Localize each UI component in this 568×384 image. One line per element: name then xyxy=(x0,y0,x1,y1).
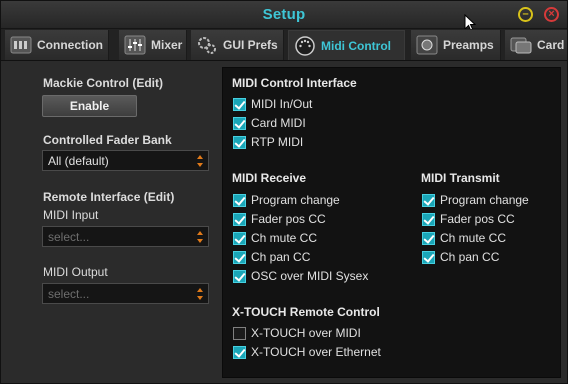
tab-card[interactable]: Card xyxy=(505,30,567,60)
setup-window: Setup – × Connection Mixer GUI Prefs Mid… xyxy=(0,0,568,384)
checkbox-icon[interactable] xyxy=(422,193,435,207)
tab-gui-prefs[interactable]: GUI Prefs xyxy=(191,30,284,60)
transmit-section-title: MIDI Transmit xyxy=(421,171,500,185)
tab-connection[interactable]: Connection xyxy=(5,30,109,60)
tab-label: Mixer xyxy=(151,38,183,52)
xtouch-ethernet-checkbox[interactable]: X-TOUCH over Ethernet xyxy=(233,344,381,360)
mackie-control-label[interactable]: Mackie Control (Edit) xyxy=(43,76,163,90)
midi-output-select[interactable]: select... xyxy=(42,283,209,304)
midi-icon xyxy=(295,35,315,56)
transmit-fader-pos-checkbox[interactable]: Fader pos CC xyxy=(422,211,515,227)
checkbox-icon[interactable] xyxy=(422,212,435,226)
fader-bank-label: Controlled Fader Bank xyxy=(43,133,172,147)
mixer-icon xyxy=(124,35,146,55)
checkbox-label: X-TOUCH over Ethernet xyxy=(251,345,381,359)
tab-label: Midi Control xyxy=(321,38,391,53)
remote-interface-label[interactable]: Remote Interface (Edit) xyxy=(43,190,174,204)
midi-input-label: MIDI Input xyxy=(43,208,99,222)
checkbox-icon[interactable] xyxy=(233,269,246,283)
checkbox-label: Ch mute CC xyxy=(440,231,507,245)
checkbox-icon[interactable] xyxy=(422,231,435,245)
checkbox-icon[interactable] xyxy=(233,250,246,264)
checkbox-label: Ch pan CC xyxy=(251,250,311,264)
checkbox-icon[interactable] xyxy=(233,116,246,130)
xtouch-section-title: X-TOUCH Remote Control xyxy=(232,305,380,319)
transmit-program-change-checkbox[interactable]: Program change xyxy=(422,192,529,208)
tab-label: Preamps xyxy=(443,38,494,52)
checkbox-label: Fader pos CC xyxy=(440,212,515,226)
preamp-icon xyxy=(416,35,438,55)
midi-input-placeholder: select... xyxy=(48,229,90,244)
tab-preamps[interactable]: Preamps xyxy=(411,30,501,60)
midi-output-placeholder: select... xyxy=(48,286,90,301)
select-arrows-icon xyxy=(197,288,203,300)
checkbox-label: Program change xyxy=(251,193,340,207)
tab-mixer[interactable]: Mixer xyxy=(119,30,187,60)
checkbox-icon[interactable] xyxy=(233,231,246,245)
fader-bank-select[interactable]: All (default) xyxy=(42,150,209,171)
rtp-midi-checkbox[interactable]: RTP MIDI xyxy=(233,134,303,150)
checkbox-label: RTP MIDI xyxy=(251,135,304,149)
fader-bank-value: All (default) xyxy=(48,153,109,168)
receive-fader-pos-checkbox[interactable]: Fader pos CC xyxy=(233,211,326,227)
checkbox-label: Ch pan CC xyxy=(440,250,500,264)
receive-section-title: MIDI Receive xyxy=(232,171,307,185)
xtouch-midi-checkbox[interactable]: X-TOUCH over MIDI xyxy=(233,325,361,341)
tab-label: GUI Prefs xyxy=(223,38,278,52)
checkbox-label: OSC over MIDI Sysex xyxy=(251,269,369,283)
checkbox-icon[interactable] xyxy=(233,135,246,149)
enable-button[interactable]: Enable xyxy=(42,95,137,117)
receive-program-change-checkbox[interactable]: Program change xyxy=(233,192,340,208)
card-icon xyxy=(510,37,532,54)
select-arrows-icon xyxy=(197,231,203,243)
midi-output-label: MIDI Output xyxy=(43,265,108,279)
midi-options-panel: MIDI Control Interface MIDI In/Out Card … xyxy=(222,67,561,378)
card-midi-checkbox[interactable]: Card MIDI xyxy=(233,115,306,131)
checkbox-label: Program change xyxy=(440,193,529,207)
midi-in-out-checkbox[interactable]: MIDI In/Out xyxy=(233,96,312,112)
window-title: Setup xyxy=(262,6,306,23)
checkbox-icon[interactable] xyxy=(233,193,246,207)
receive-ch-mute-checkbox[interactable]: Ch mute CC xyxy=(233,230,317,246)
checkbox-label: X-TOUCH over MIDI xyxy=(251,326,361,340)
checkbox-icon[interactable] xyxy=(422,250,435,264)
checkbox-label: Ch mute CC xyxy=(251,231,318,245)
tab-label: Card xyxy=(537,38,565,52)
transmit-ch-mute-checkbox[interactable]: Ch mute CC xyxy=(422,230,506,246)
transmit-ch-pan-checkbox[interactable]: Ch pan CC xyxy=(422,249,499,265)
checkbox-icon[interactable] xyxy=(233,97,246,111)
tab-midi-control[interactable]: Midi Control xyxy=(288,30,405,60)
receive-ch-pan-checkbox[interactable]: Ch pan CC xyxy=(233,249,310,265)
close-icon[interactable]: × xyxy=(544,7,559,22)
tab-label: Connection xyxy=(37,38,103,52)
midi-input-select[interactable]: select... xyxy=(42,226,209,247)
checkbox-label: Fader pos CC xyxy=(251,212,326,226)
checkbox-label: Card MIDI xyxy=(251,116,306,130)
connection-icon xyxy=(10,36,32,54)
receive-osc-sysex-checkbox[interactable]: OSC over MIDI Sysex xyxy=(233,268,368,284)
checkbox-icon[interactable] xyxy=(233,345,246,359)
checkbox-label: MIDI In/Out xyxy=(251,97,313,111)
interface-section-title: MIDI Control Interface xyxy=(232,76,357,90)
checkbox-icon[interactable] xyxy=(233,212,246,226)
left-panel: Mackie Control (Edit) Enable Controlled … xyxy=(1,62,221,384)
gears-icon xyxy=(198,37,216,54)
select-arrows-icon xyxy=(197,155,203,167)
title-bar[interactable]: Setup – × xyxy=(1,1,567,32)
minimize-icon[interactable]: – xyxy=(518,7,533,22)
tab-bar: Connection Mixer GUI Prefs Midi Control … xyxy=(1,29,567,61)
checkbox-icon[interactable] xyxy=(233,326,246,340)
